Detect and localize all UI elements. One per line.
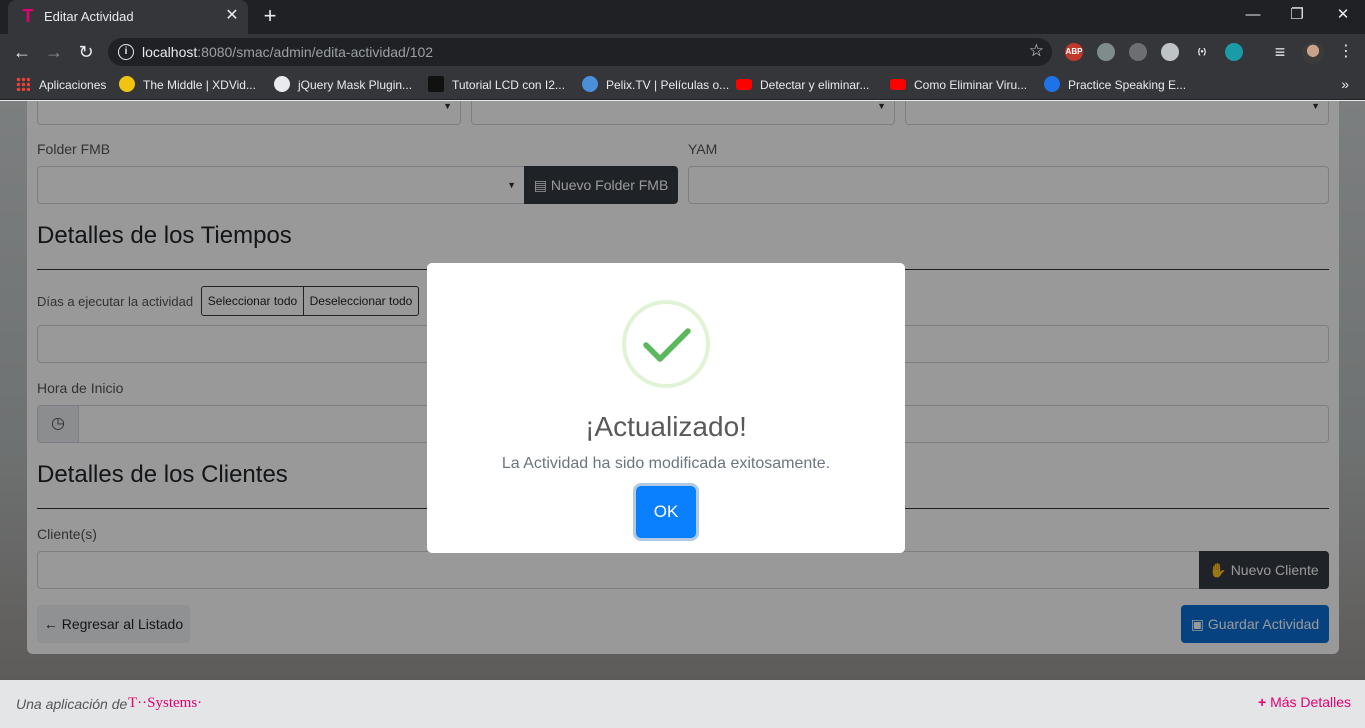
bookmark-item[interactable]: Pelix.TV | Películas o... [582,76,729,94]
ok-button[interactable]: OK [636,486,696,538]
browser-menu-icon[interactable]: ⋮ [1338,42,1354,62]
media-control-icon[interactable]: ≡ [1268,40,1292,64]
bookmarks-bar: Aplicaciones The Middle | XDVid... jQuer… [0,70,1365,100]
url-text: localhost:8080/smac/admin/edita-activida… [142,44,434,60]
close-window-button[interactable]: ✕ [1328,4,1358,26]
extension-4-icon[interactable] [1161,43,1179,61]
close-tab-icon[interactable]: ✕ [222,6,242,26]
new-tab-button[interactable]: + [258,5,282,29]
pelix-icon [582,76,598,92]
minimize-window-button[interactable]: — [1238,4,1268,26]
extension-5-icon[interactable]: (•) [1193,43,1211,61]
restore-window-button[interactable]: ❐ [1282,4,1312,26]
bird-icon [428,76,444,92]
globe-icon [274,76,290,92]
bookmark-item[interactable]: Detectar y eliminar... [736,76,869,94]
xd-icon [119,76,135,92]
footer-overlay [0,680,1365,728]
extension-6-icon[interactable] [1225,43,1243,61]
bookmark-item[interactable]: Practice Speaking E... [1044,76,1186,94]
browser-tab-strip: T Editar Actividad ✕ + — ❐ ✕ [0,0,1365,34]
circle-icon [1044,76,1060,92]
tab-title: Editar Actividad [44,9,134,24]
extension-3-icon[interactable] [1129,43,1147,61]
more-bookmarks-icon[interactable]: » [1341,76,1349,92]
browser-tab[interactable]: T Editar Actividad ✕ [8,0,248,34]
youtube-icon [890,79,906,90]
bookmark-item[interactable]: Tutorial LCD con I2... [428,76,565,94]
bookmark-item[interactable]: jQuery Mask Plugin... [274,76,412,94]
success-check-icon [622,300,710,388]
back-arrow-icon[interactable]: ← [10,40,34,64]
abp-icon[interactable]: ABP [1065,43,1083,61]
bookmark-item[interactable]: Aplicaciones [16,76,106,94]
bookmark-star-icon[interactable]: ☆ [1029,41,1044,61]
bookmark-item[interactable]: Como Eliminar Viru... [890,76,1027,94]
telekom-favicon-icon: T [22,6,34,26]
reload-icon[interactable]: ↻ [74,40,98,64]
bookmark-item[interactable]: The Middle | XDVid... [119,76,256,94]
browser-toolbar: ← → ↻ i localhost:8080/smac/admin/edita-… [0,34,1365,70]
apps-icon [16,77,30,91]
modal-title: ¡Actualizado! [585,411,747,442]
modal-message: La Actividad ha sido modificada exitosam… [501,455,831,472]
profile-avatar[interactable] [1302,42,1324,64]
address-bar[interactable]: i localhost:8080/smac/admin/edita-activi… [108,38,1052,66]
youtube-icon [736,79,752,90]
forward-arrow-icon[interactable]: → [42,40,66,64]
site-info-icon[interactable]: i [118,44,134,60]
success-modal: ¡Actualizado! La Actividad ha sido modif… [427,263,905,553]
extension-2-icon[interactable] [1097,43,1115,61]
